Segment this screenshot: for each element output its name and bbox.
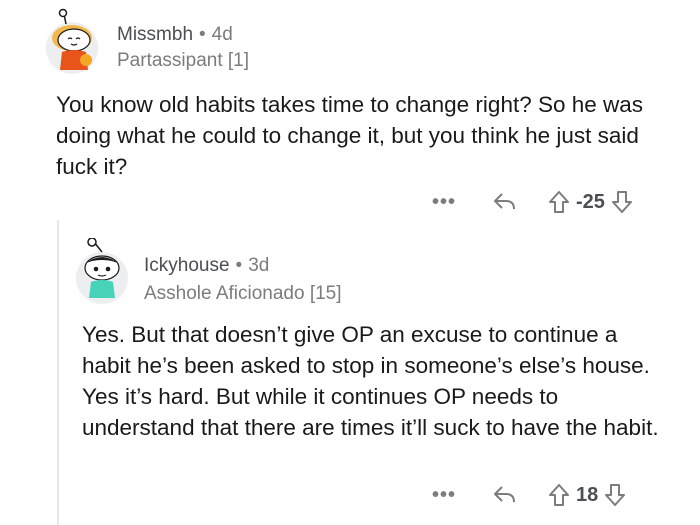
comment-age: 4d (211, 24, 233, 45)
more-options-button[interactable]: ••• (432, 485, 456, 505)
comment-body: You know old habits takes time to change… (56, 92, 644, 179)
upvote-arrow-icon[interactable] (548, 190, 570, 214)
avatar[interactable] (46, 8, 98, 74)
author-line: Missmbh • 4d (117, 24, 233, 46)
comment-actions: ••• 18 (432, 480, 626, 510)
snoo-avatar-icon (52, 8, 92, 70)
snoo-avatar-icon (84, 238, 120, 298)
user-flair: Partassipant [1] (117, 50, 250, 71)
avatar[interactable] (76, 238, 128, 304)
reply-arrow-icon[interactable] (492, 484, 518, 506)
thread-line[interactable] (57, 220, 59, 525)
upvote-arrow-icon[interactable] (548, 483, 570, 507)
downvote-arrow-icon[interactable] (611, 190, 633, 214)
author-name[interactable]: Missmbh (117, 24, 193, 45)
separator-dot: • (235, 255, 243, 276)
vote-score: -25 (576, 190, 605, 213)
comment-age: 3d (248, 255, 270, 276)
comment-actions: ••• -25 (432, 187, 633, 217)
comment-body: Yes. But that doesn’t give OP an excuse … (82, 322, 659, 440)
separator-dot: • (199, 24, 206, 45)
more-options-button[interactable]: ••• (432, 192, 456, 212)
downvote-arrow-icon[interactable] (604, 483, 626, 507)
author-line: Ickyhouse • 3d (144, 255, 269, 277)
author-name[interactable]: Ickyhouse (144, 255, 230, 276)
reply-arrow-icon[interactable] (492, 191, 518, 213)
user-flair: Asshole Aficionado [15] (144, 283, 342, 304)
vote-score: 18 (576, 483, 599, 506)
